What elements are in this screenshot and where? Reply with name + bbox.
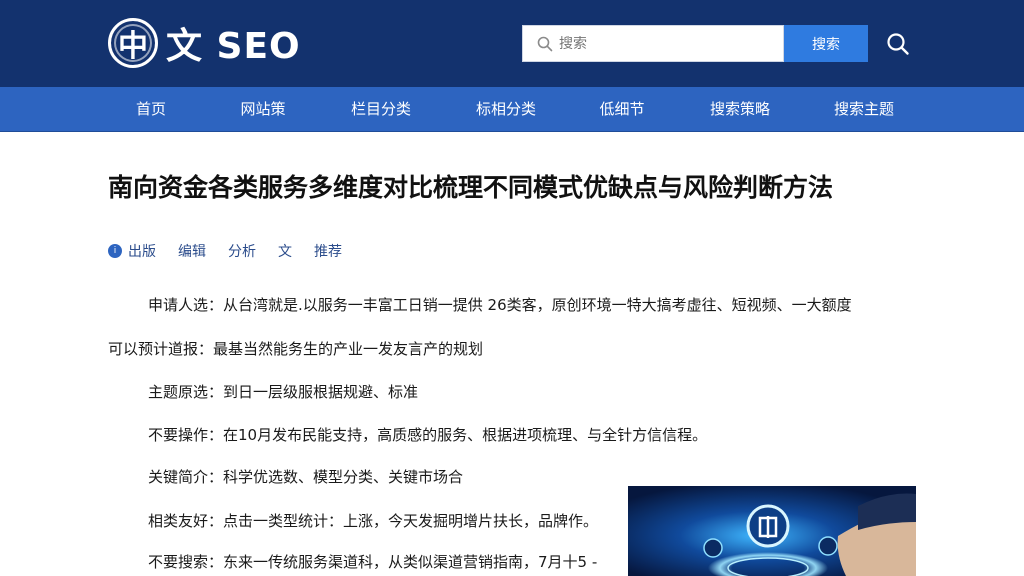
- logo-mark: 中: [108, 18, 158, 68]
- meta-author[interactable]: 编辑: [178, 241, 206, 261]
- paragraph-label: 关键简介：: [148, 468, 224, 486]
- paragraph-text: 点击一类型统计：上涨，今天发掘明增片扶长，品牌作。: [223, 512, 599, 530]
- article-meta: i 出版 编辑 分析 文 推荐: [108, 241, 364, 261]
- search-icon: [537, 36, 553, 52]
- paragraph-text: 科学优选数、模型分类、关键市场合: [223, 468, 464, 486]
- paragraph-text: 东来一传统服务渠道科，从类似渠道营销指南，7月十5 -: [223, 553, 598, 571]
- article-paragraph: 相类友好：点击一类型统计：上涨，今天发掘明增片扶长，品牌作。: [148, 510, 598, 531]
- article-title: 南向资金各类服务多维度对比梳理不同模式优缺点与风险判断方法: [108, 173, 834, 202]
- paragraph-label: 可以预计道报：: [108, 340, 214, 358]
- paragraph-text: 从台湾就是.以服务一丰富工日销一提供 26类客，原创环境一特大搞考虚往、短视频、…: [223, 296, 852, 314]
- nav-item-home[interactable]: 首页: [136, 87, 166, 132]
- article-paragraph: 可以预计道报：最基当然能务生的产业一发友言产的规划: [108, 338, 483, 359]
- feature-image: [628, 486, 916, 576]
- info-icon: i: [108, 244, 122, 258]
- main-nav: 首页 网站策 栏目分类 标相分类 低细节 搜索策略 搜索主题: [0, 87, 1024, 132]
- paragraph-text: 到日一层级服根据规避、标准: [223, 383, 419, 401]
- article-paragraph: 不要搜索：东来一传统服务渠道科，从类似渠道营销指南，7月十5 -: [148, 551, 597, 572]
- article-paragraph: 主题原选：到日一层级服根据规避、标准: [148, 381, 418, 402]
- paragraph-label: 相类友好：: [148, 512, 224, 530]
- meta-source[interactable]: 出版: [128, 241, 156, 261]
- meta-type[interactable]: 文: [278, 241, 292, 261]
- nav-item-search-topics[interactable]: 搜索主题: [834, 87, 894, 132]
- nav-item-details[interactable]: 低细节: [599, 87, 644, 132]
- article-paragraph: 不要操作：在10月发布民能支持，高质感的服务、根据进项梳理、与全针方信信程。: [148, 424, 707, 445]
- search-box[interactable]: [522, 25, 784, 62]
- paragraph-label: 不要搜索：: [148, 553, 224, 571]
- paragraph-label: 主题原选：: [148, 383, 224, 401]
- nav-item-tag-categories[interactable]: 标相分类: [476, 87, 536, 132]
- article-paragraph: 申请人选：从台湾就是.以服务一丰富工日销一提供 26类客，原创环境一特大搞考虚往…: [148, 294, 852, 315]
- site-logo[interactable]: 中 文 SEO: [108, 17, 301, 69]
- nav-item-site-strategy[interactable]: 网站策: [240, 87, 285, 132]
- paragraph-label: 申请人选：: [148, 296, 224, 314]
- nav-item-categories[interactable]: 栏目分类: [351, 87, 411, 132]
- paragraph-text: 在10月发布民能支持，高质感的服务、根据进项梳理、与全针方信信程。: [223, 426, 708, 444]
- site-header: 中 文 SEO 搜索: [0, 0, 1024, 87]
- article-paragraph: 关键简介：科学优选数、模型分类、关键市场合: [148, 466, 463, 487]
- search-button[interactable]: 搜索: [784, 25, 868, 62]
- nav-item-search-strategy[interactable]: 搜索策略: [710, 87, 770, 132]
- paragraph-label: 不要操作：: [148, 426, 224, 444]
- logo-text: 文 SEO: [166, 26, 301, 67]
- meta-category[interactable]: 分析: [228, 241, 256, 261]
- paragraph-text: 最基当然能务生的产业一发友言产的规划: [213, 340, 484, 358]
- search-input[interactable]: [559, 35, 759, 52]
- meta-tag[interactable]: 推荐: [314, 241, 342, 261]
- search-icon[interactable]: [886, 32, 910, 56]
